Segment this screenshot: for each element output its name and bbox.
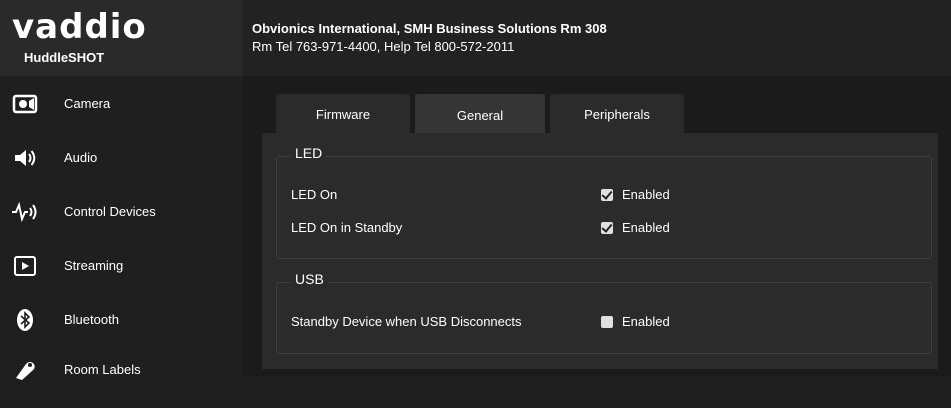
header: vaddio HuddleSHOT Obvionics Internationa…: [0, 0, 951, 76]
sidebar-item-streaming[interactable]: Streaming: [0, 252, 243, 306]
sidebar-item-room-labels[interactable]: Room Labels: [0, 354, 243, 408]
model-name: HuddleSHOT: [24, 50, 105, 65]
room-labels-icon: [10, 354, 40, 382]
sidebar-item-audio[interactable]: Audio: [0, 144, 243, 198]
tab-firmware[interactable]: Firmware: [276, 94, 410, 134]
usb-fieldset: USB Standby Device when USB Disconnects …: [276, 271, 932, 354]
sidebar-item-label: Audio: [64, 150, 98, 165]
control-devices-icon: [10, 198, 40, 226]
sidebar-item-control-devices[interactable]: Control Devices: [0, 198, 243, 252]
contact-line-1: Obvionics International, SMH Business So…: [252, 21, 607, 36]
led-on-label: LED On: [291, 187, 338, 202]
tab-general[interactable]: General: [415, 94, 545, 136]
play-icon: [10, 252, 40, 280]
sidebar: Camera Audio Control Devices Streaming B…: [0, 76, 243, 380]
sidebar-item-label: Camera: [64, 96, 111, 111]
sidebar-item-label: Control Devices: [64, 204, 156, 219]
bluetooth-icon: [10, 306, 40, 334]
usb-standby-label: Standby Device when USB Disconnects: [291, 314, 522, 329]
brand-area[interactable]: vaddio HuddleSHOT: [0, 0, 243, 76]
led-on-standby-checkbox[interactable]: [601, 222, 613, 234]
led-fieldset: LED LED On Enabled LED On in Standby Ena…: [276, 145, 932, 259]
vaddio-logo: vaddio: [12, 7, 147, 47]
sidebar-item-label: Streaming: [64, 258, 124, 273]
main-content: Firmware General Peripherals LED LED On …: [243, 76, 951, 377]
led-on-checkbox[interactable]: [601, 189, 613, 201]
sidebar-item-label: Room Labels: [64, 362, 141, 377]
sidebar-item-label: Bluetooth: [64, 312, 119, 327]
led-on-standby-label: LED On in Standby: [291, 220, 403, 235]
contact-line-2: Rm Tel 763-971-4400, Help Tel 800-572-20…: [252, 39, 515, 54]
usb-standby-checkbox[interactable]: [601, 316, 613, 328]
usb-legend: USB: [291, 271, 328, 287]
camera-icon: [10, 90, 40, 118]
led-on-checkbox-label[interactable]: Enabled: [622, 187, 670, 202]
sidebar-item-bluetooth[interactable]: Bluetooth: [0, 306, 243, 360]
usb-standby-checkbox-label[interactable]: Enabled: [622, 314, 670, 329]
sidebar-item-camera[interactable]: Camera: [0, 90, 243, 144]
tab-peripherals[interactable]: Peripherals: [550, 94, 684, 134]
led-on-standby-checkbox-label[interactable]: Enabled: [622, 220, 670, 235]
led-legend: LED: [291, 145, 327, 161]
contact-info: Obvionics International, SMH Business So…: [252, 20, 607, 56]
speaker-icon: [10, 144, 40, 172]
